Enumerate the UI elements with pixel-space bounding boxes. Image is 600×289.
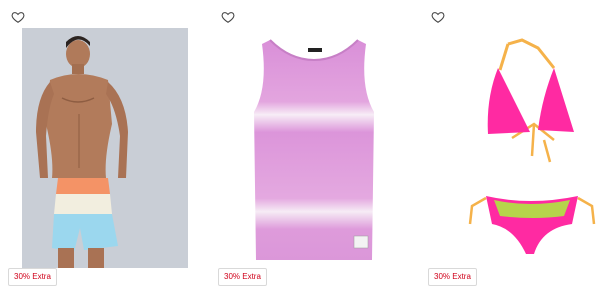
product-image-bikini[interactable] (442, 28, 600, 268)
discount-badge: 30% Extra (428, 268, 477, 286)
product-card[interactable]: 30% Extra (424, 0, 600, 289)
product-card[interactable]: 30% Extra (214, 0, 404, 289)
heart-outline-icon[interactable] (221, 10, 235, 24)
discount-badge: 30% Extra (8, 268, 57, 286)
product-image-tank-top[interactable] (232, 28, 398, 268)
product-image-swim-shorts[interactable] (22, 28, 188, 268)
heart-outline-icon[interactable] (431, 10, 445, 24)
product-card[interactable]: 30% Extra (4, 0, 194, 289)
discount-badge: 30% Extra (218, 268, 267, 286)
heart-outline-icon[interactable] (11, 10, 25, 24)
